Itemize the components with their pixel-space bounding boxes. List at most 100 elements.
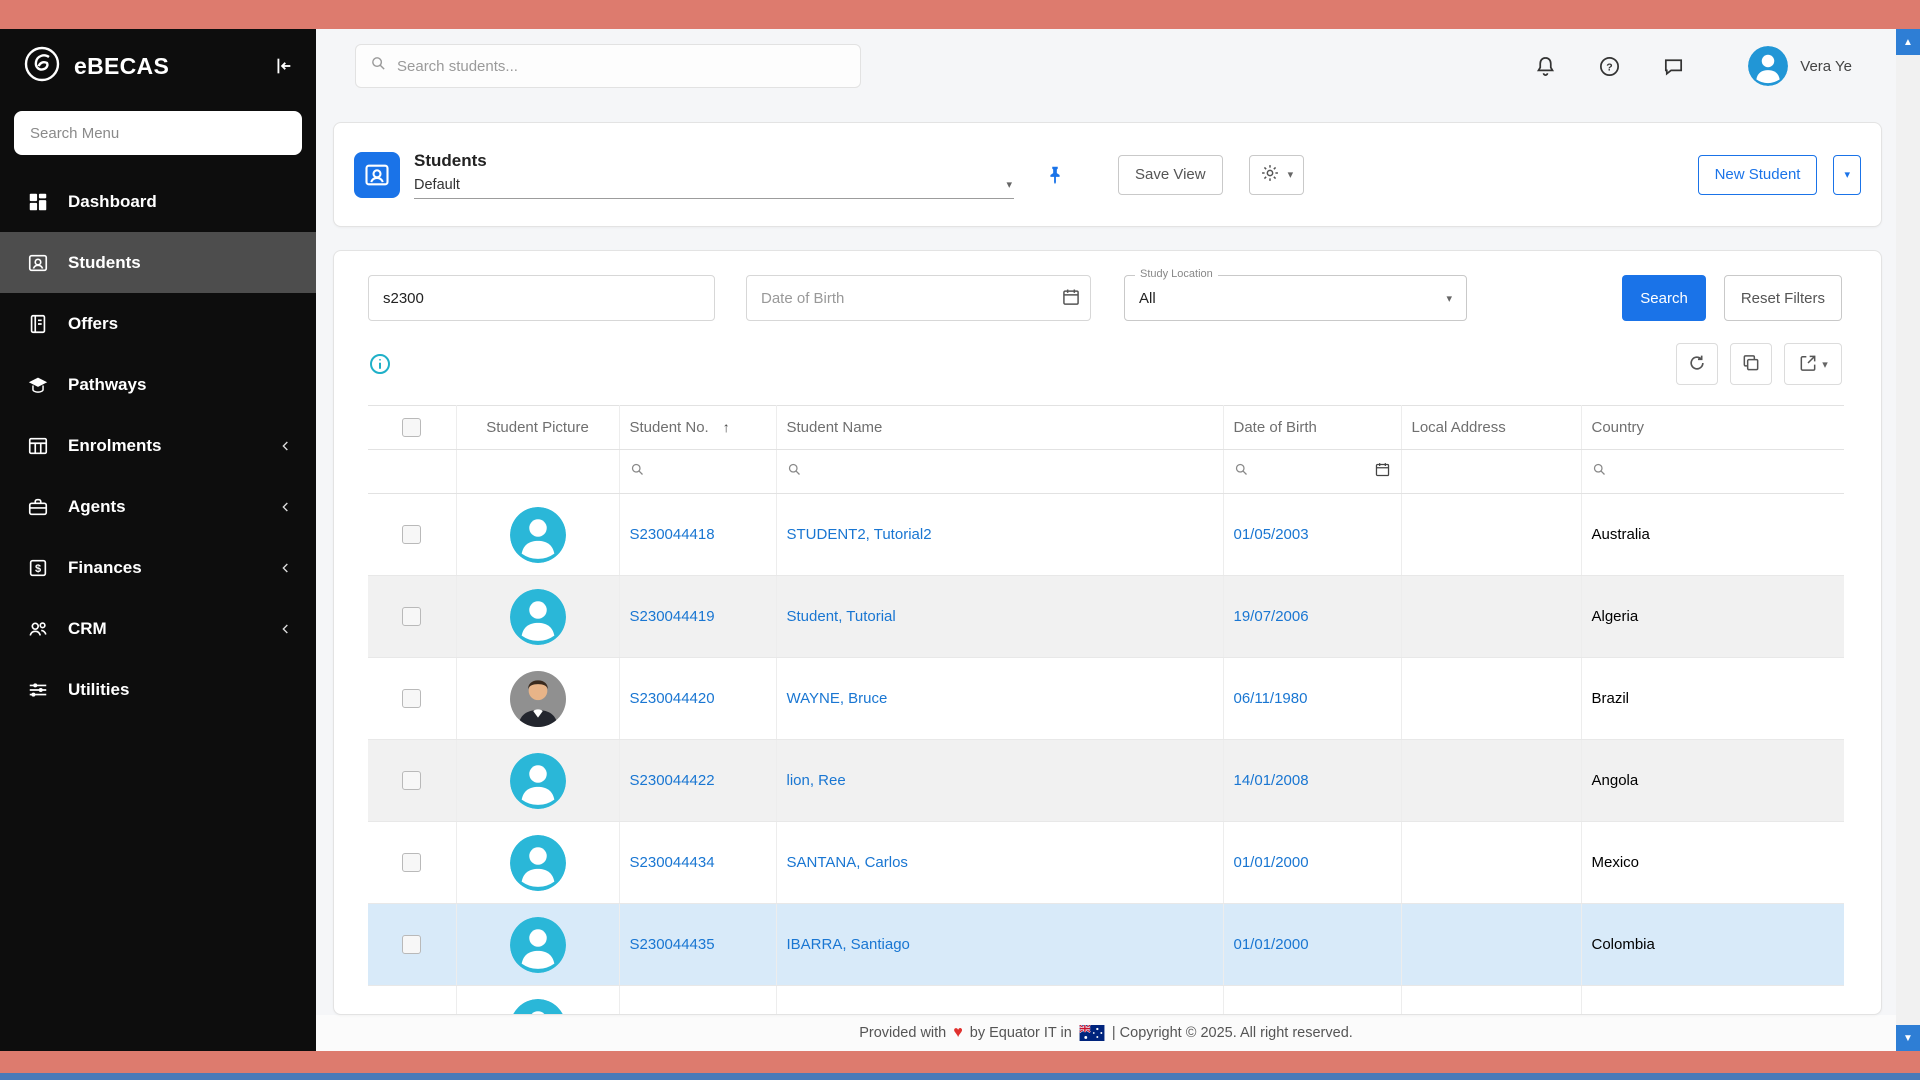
sidebar-item-label: CRM	[68, 619, 278, 639]
row-checkbox[interactable]	[402, 607, 421, 626]
col-student-name[interactable]: Student Name	[776, 406, 1223, 450]
refresh-button[interactable]	[1676, 343, 1718, 385]
vertical-scrollbar[interactable]: ▲ ▼	[1896, 29, 1920, 1051]
student-no-link[interactable]: S230044422	[630, 772, 715, 789]
student-name-link[interactable]: lion, Ree	[787, 772, 846, 789]
agents-icon	[26, 495, 50, 519]
main-area: ? Vera Ye	[316, 29, 1896, 1051]
global-search-input[interactable]	[397, 58, 846, 75]
student-no-link[interactable]: S230044418	[630, 526, 715, 543]
local-address-cell	[1401, 822, 1581, 904]
scroll-down-icon[interactable]: ▼	[1896, 1025, 1920, 1051]
sidebar-menu: Dashboard Students Offers	[0, 171, 316, 720]
dob-filter-input[interactable]	[746, 275, 1091, 321]
column-chooser-button[interactable]	[1730, 343, 1772, 385]
local-address-cell	[1401, 740, 1581, 822]
student-dob-link[interactable]: 06/11/1980	[1234, 690, 1308, 707]
col-dob[interactable]: Date of Birth	[1223, 406, 1401, 450]
table-row[interactable]: S230044420 WAYNE, Bruce 06/11/1980 Brazi…	[368, 658, 1844, 740]
student-no-column-filter[interactable]	[619, 450, 776, 494]
student-name-column-filter[interactable]	[776, 450, 1223, 494]
copy-icon	[1741, 353, 1761, 376]
search-button[interactable]: Search	[1622, 275, 1706, 321]
country-cell: Australia	[1581, 494, 1844, 576]
student-name-link[interactable]: IBARRA, Santiago	[787, 936, 910, 953]
sidebar-item-dashboard[interactable]: Dashboard	[0, 171, 316, 232]
country-cell: Brazil	[1581, 658, 1844, 740]
footer: Provided with ♥ by Equator IT in | Copyr…	[316, 1015, 1896, 1051]
dob-column-filter[interactable]	[1223, 450, 1401, 494]
col-country[interactable]: Country	[1581, 406, 1844, 450]
row-checkbox[interactable]	[402, 525, 421, 544]
student-dob-link[interactable]: 01/01/2000	[1234, 854, 1309, 871]
col-student-no[interactable]: Student No.↑	[619, 406, 776, 450]
scroll-up-icon[interactable]: ▲	[1896, 29, 1920, 55]
sidebar-item-utilities[interactable]: Utilities	[0, 659, 316, 720]
user-avatar[interactable]	[1748, 46, 1788, 86]
reset-filters-button[interactable]: Reset Filters	[1724, 275, 1842, 321]
sidebar-collapse-icon[interactable]	[270, 53, 296, 79]
sidebar-item-enrolments[interactable]: Enrolments	[0, 415, 316, 476]
student-dob-link[interactable]: 19/07/2006	[1234, 608, 1309, 625]
chat-icon[interactable]	[1660, 53, 1686, 79]
sidebar-header: eBECAS	[0, 29, 316, 103]
bell-icon[interactable]	[1532, 53, 1558, 79]
view-selector[interactable]: Default ▾	[414, 171, 1014, 199]
country-cell: Angola	[1581, 740, 1844, 822]
sidebar-item-finances[interactable]: $ Finances	[0, 537, 316, 598]
row-checkbox[interactable]	[402, 935, 421, 954]
view-settings-button[interactable]: ▾	[1249, 155, 1305, 195]
row-checkbox[interactable]	[402, 853, 421, 872]
student-name-link[interactable]: STUDENT2, Tutorial2	[787, 526, 932, 543]
local-address-cell	[1401, 904, 1581, 986]
student-no-link[interactable]: S230044435	[630, 936, 715, 953]
sidebar-item-crm[interactable]: CRM	[0, 598, 316, 659]
student-dob-link[interactable]: 14/01/2008	[1234, 772, 1309, 789]
info-icon[interactable]	[368, 352, 392, 376]
new-student-button[interactable]: New Student	[1698, 155, 1818, 195]
chevron-left-icon	[278, 560, 294, 576]
country-cell: Colombia	[1581, 904, 1844, 986]
sidebar-item-students[interactable]: Students	[0, 232, 316, 293]
country-column-filter[interactable]	[1581, 450, 1844, 494]
student-filter-input[interactable]	[368, 275, 715, 321]
sidebar-search-input[interactable]	[14, 111, 302, 155]
table-row[interactable]: S230044419 Student, Tutorial 19/07/2006 …	[368, 576, 1844, 658]
select-all-checkbox[interactable]	[402, 418, 421, 437]
student-name-link[interactable]: SANTANA, Carlos	[787, 854, 908, 871]
export-button[interactable]: ▾	[1784, 343, 1842, 385]
global-search	[355, 44, 861, 88]
study-location-select[interactable]: Study Location All ▾	[1124, 275, 1467, 321]
students-icon	[26, 251, 50, 275]
table-row[interactable]: S230044422 lion, Ree 14/01/2008 Angola	[368, 740, 1844, 822]
table-row[interactable]: S230044435 IBARRA, Santiago 01/01/2000 C…	[368, 904, 1844, 986]
student-name-link[interactable]: Student, Tutorial	[787, 608, 896, 625]
chevron-left-icon	[278, 438, 294, 454]
help-icon[interactable]: ?	[1596, 53, 1622, 79]
calendar-icon[interactable]	[1061, 287, 1081, 312]
local-address-cell	[1401, 658, 1581, 740]
new-student-dropdown-button[interactable]: ▾	[1833, 155, 1861, 195]
student-no-link[interactable]: S230044419	[630, 608, 715, 625]
student-name-link[interactable]: WAYNE, Bruce	[787, 690, 888, 707]
col-local-address[interactable]: Local Address	[1401, 406, 1581, 450]
table-header-row: Student Picture Student No.↑ Student Nam…	[368, 406, 1844, 450]
col-student-picture[interactable]: Student Picture	[456, 406, 619, 450]
local-address-column-filter[interactable]	[1401, 450, 1581, 494]
table-row[interactable]: S230044418 STUDENT2, Tutorial2 01/05/200…	[368, 494, 1844, 576]
row-checkbox[interactable]	[402, 771, 421, 790]
table-row[interactable]: S230044434 SANTANA, Carlos 01/01/2000 Me…	[368, 822, 1844, 904]
save-view-button[interactable]: Save View	[1118, 155, 1223, 195]
row-checkbox[interactable]	[402, 689, 421, 708]
student-no-link[interactable]: S230044420	[630, 690, 715, 707]
student-dob-link[interactable]: 01/05/2003	[1234, 526, 1309, 543]
student-no-link[interactable]: S230044434	[630, 854, 715, 871]
sidebar-item-offers[interactable]: Offers	[0, 293, 316, 354]
pin-view-icon[interactable]	[1044, 164, 1066, 186]
sidebar-item-pathways[interactable]: Pathways	[0, 354, 316, 415]
search-icon	[370, 55, 387, 77]
sidebar-item-agents[interactable]: Agents	[0, 476, 316, 537]
table-row-partial[interactable]	[368, 986, 1844, 1016]
student-dob-link[interactable]: 01/01/2000	[1234, 936, 1309, 953]
calendar-icon[interactable]	[1374, 461, 1391, 482]
